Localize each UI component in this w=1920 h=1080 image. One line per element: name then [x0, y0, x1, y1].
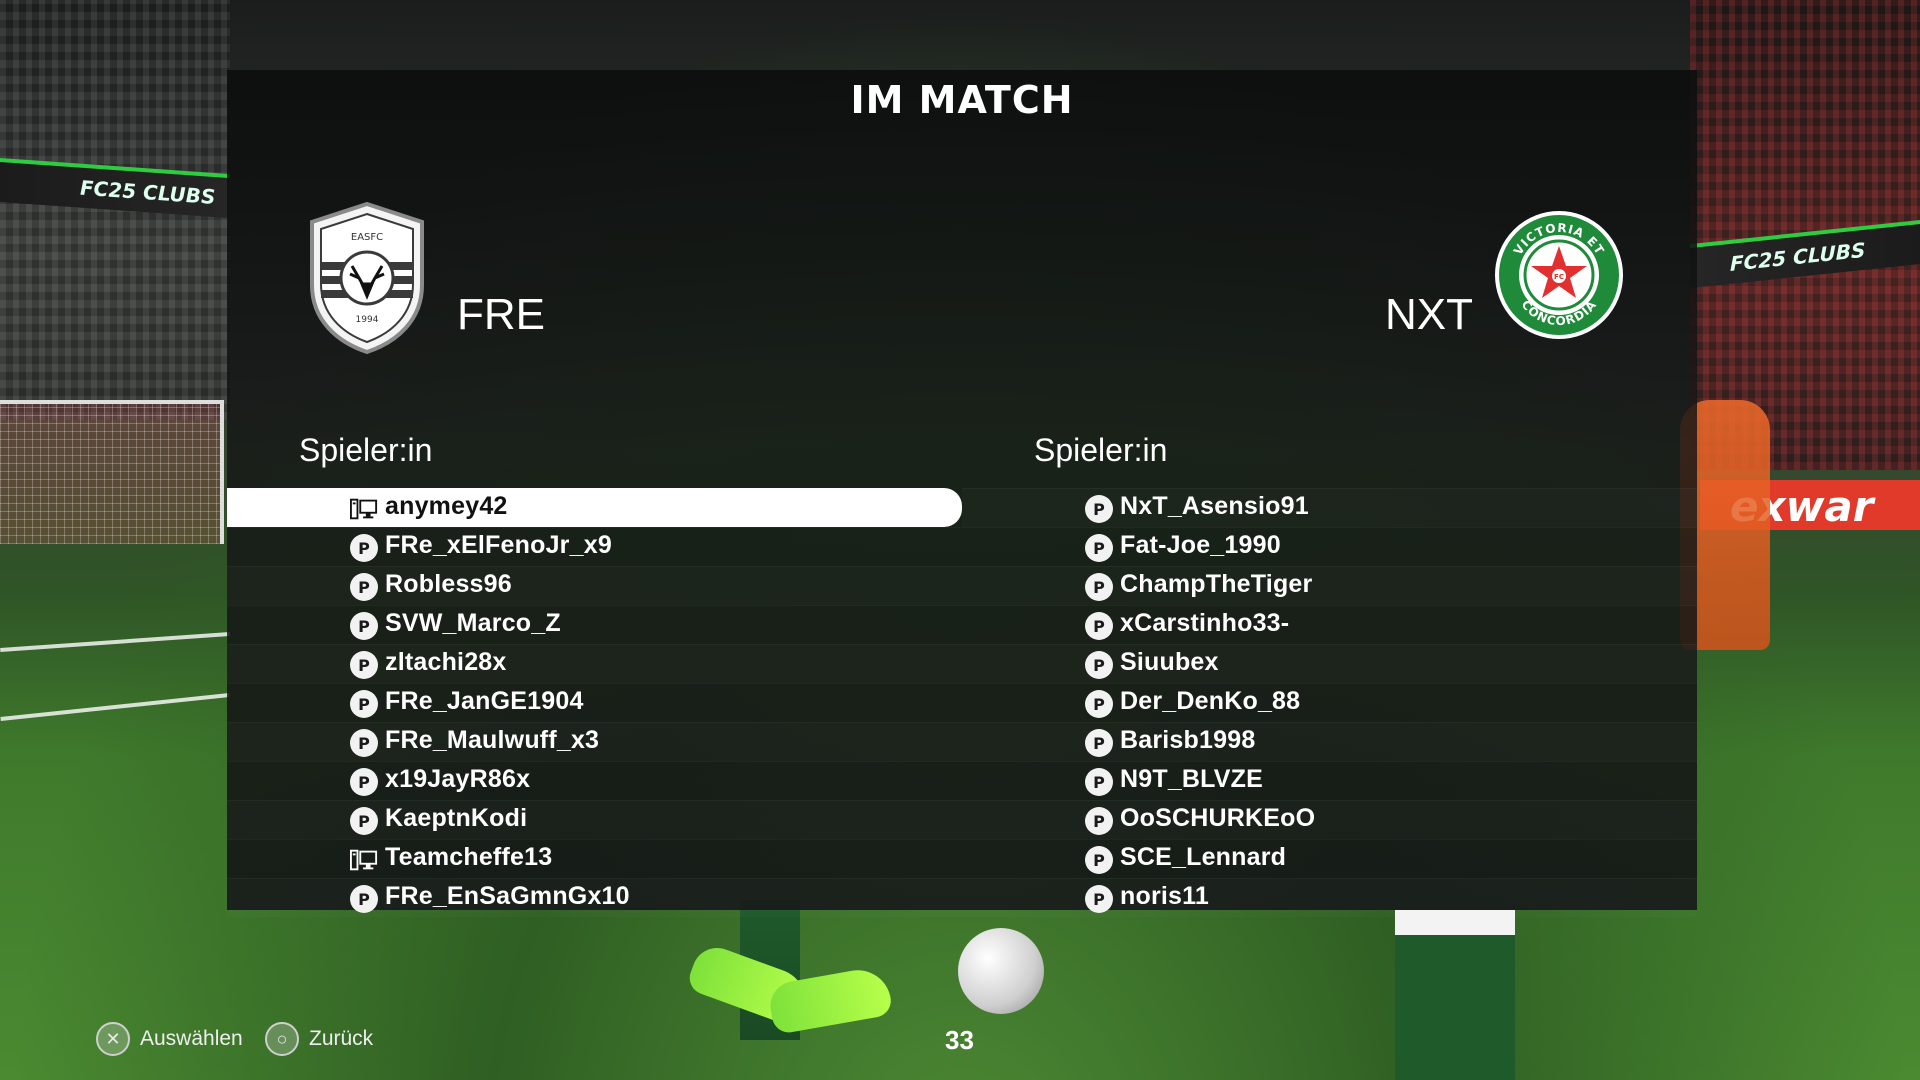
player-name: FRe_xElFenoJr_x9: [385, 531, 612, 559]
player-row[interactable]: P SVW_Marco_Z: [227, 605, 962, 644]
back-label: Zurück: [309, 1027, 374, 1050]
player-name: Fat-Joe_1990: [1120, 531, 1281, 559]
svg-text:1994: 1994: [356, 315, 379, 325]
playstation-icon: P: [1085, 807, 1113, 835]
player-row[interactable]: P ChampTheTiger: [962, 566, 1697, 605]
player-row[interactable]: P Fat-Joe_1990: [962, 527, 1697, 566]
playstation-icon: P: [1085, 573, 1113, 601]
player-name: SVW_Marco_Z: [385, 609, 561, 637]
goal-net: [0, 400, 224, 544]
playstation-icon: P: [350, 729, 378, 757]
player-name: KaeptnKodi: [385, 804, 528, 832]
away-crest-star-icon: FC VICTORIA ET CONCORDIA: [1495, 211, 1623, 339]
circle-button-icon: ○: [265, 1022, 299, 1056]
playstation-icon: P: [1085, 768, 1113, 796]
player-row[interactable]: P Der_DenKo_88: [962, 683, 1697, 722]
in-match-panel: IM MATCH EASFC 1994 FRE NXT FC VICTORIA …: [227, 70, 1697, 913]
football: [958, 928, 1044, 1014]
pitch-line: [0, 692, 230, 722]
playstation-icon: P: [350, 768, 378, 796]
playstation-icon: P: [350, 573, 378, 601]
back-hint[interactable]: ○ Zurück: [265, 1022, 373, 1056]
player-row[interactable]: P FRe_EnSaGmnGx10: [227, 878, 962, 917]
player-row[interactable]: P OoSCHURKEoO: [962, 800, 1697, 839]
playstation-icon: P: [350, 534, 378, 562]
player-name: xCarstinho33-: [1120, 609, 1290, 637]
player-row[interactable]: P FRe_JanGE1904: [227, 683, 962, 722]
away-player-list: P NxT_Asensio91 P Fat-Joe_1990 P ChampTheTige…: [962, 488, 1697, 917]
player-row[interactable]: P Barisb1998: [962, 722, 1697, 761]
player-name: NxT_Asensio91: [1120, 492, 1309, 520]
player-name: anymey42: [385, 492, 508, 520]
pc-icon: [350, 495, 378, 523]
playstation-icon: P: [1085, 651, 1113, 679]
player-name: OoSCHURKEoO: [1120, 804, 1316, 832]
player-name: Siuubex: [1120, 648, 1219, 676]
playstation-icon: P: [350, 690, 378, 718]
playstation-icon: P: [1085, 885, 1113, 913]
player-row[interactable]: P FRe_Maulwuff_x3: [227, 722, 962, 761]
playstation-icon: P: [1085, 495, 1113, 523]
player-name: x19JayR86x: [385, 765, 531, 793]
player-row[interactable]: Teamcheffe13: [227, 839, 962, 878]
player-name: FRe_EnSaGmnGx10: [385, 882, 630, 910]
player-leg: [1395, 910, 1455, 1080]
player-name: N9T_BLVZE: [1120, 765, 1264, 793]
home-column-header: Spieler:in: [299, 432, 433, 468]
player-row[interactable]: P Robless96: [227, 566, 962, 605]
playstation-icon: P: [1085, 729, 1113, 757]
player-row[interactable]: Pnoris11: [962, 878, 1697, 917]
player-name: noris11: [1120, 882, 1209, 910]
player-row[interactable]: P NxT_Asensio91: [962, 488, 1697, 527]
player-row[interactable]: P KaeptnKodi: [227, 800, 962, 839]
player-row[interactable]: Pzltachi28x: [227, 644, 962, 683]
player-name: FRe_JanGE1904: [385, 687, 584, 715]
player-row[interactable]: P SCE_Lennard: [962, 839, 1697, 878]
player-name: Der_DenKo_88: [1120, 687, 1301, 715]
player-name: ChampTheTiger: [1120, 570, 1313, 598]
player-name: SCE_Lennard: [1120, 843, 1287, 871]
player-name: FRe_Maulwuff_x3: [385, 726, 600, 754]
playstation-icon: P: [1085, 612, 1113, 640]
player-row[interactable]: Px19JayR86x: [227, 761, 962, 800]
playstation-icon: P: [1085, 690, 1113, 718]
playstation-icon: P: [1085, 846, 1113, 874]
pc-icon: [350, 846, 378, 874]
svg-text:EASFC: EASFC: [351, 232, 383, 243]
team-header: EASFC 1994 FRE NXT FC VICTORIA ET CONCOR…: [227, 180, 1697, 430]
player-row[interactable]: P Siuubex: [962, 644, 1697, 683]
pitch-line: [0, 631, 230, 653]
away-team-abbr: NXT: [1385, 290, 1473, 339]
player-name: zltachi28x: [385, 648, 507, 676]
playstation-icon: P: [350, 651, 378, 679]
home-crest-deer-icon: EASFC 1994: [310, 201, 424, 355]
player-name: Teamcheffe13: [385, 843, 553, 871]
cross-button-icon: ✕: [96, 1022, 130, 1056]
home-player-list: anymey42 P FRe_xElFenoJr_x9 P Robless96 P SVW_…: [227, 488, 962, 917]
page-title: IM MATCH: [850, 78, 1074, 122]
home-team-abbr: FRE: [457, 290, 545, 339]
player-leg: [1455, 910, 1515, 1080]
playstation-icon: P: [1085, 534, 1113, 562]
countdown-timer: 33: [945, 1025, 974, 1055]
player-name: Robless96: [385, 570, 512, 598]
select-label: Auswählen: [140, 1027, 243, 1050]
svg-text:FC: FC: [1554, 273, 1564, 281]
playstation-icon: P: [350, 807, 378, 835]
select-hint[interactable]: ✕ Auswählen: [96, 1022, 243, 1056]
player-row[interactable]: P N9T_BLVZE: [962, 761, 1697, 800]
playstation-icon: P: [350, 612, 378, 640]
player-row[interactable]: PxCarstinho33-: [962, 605, 1697, 644]
player-name: Barisb1998: [1120, 726, 1256, 754]
player-row[interactable]: P FRe_xElFenoJr_x9: [227, 527, 962, 566]
away-column-header: Spieler:in: [1034, 432, 1168, 468]
playstation-icon: P: [350, 885, 378, 913]
player-row[interactable]: anymey42: [227, 488, 962, 527]
